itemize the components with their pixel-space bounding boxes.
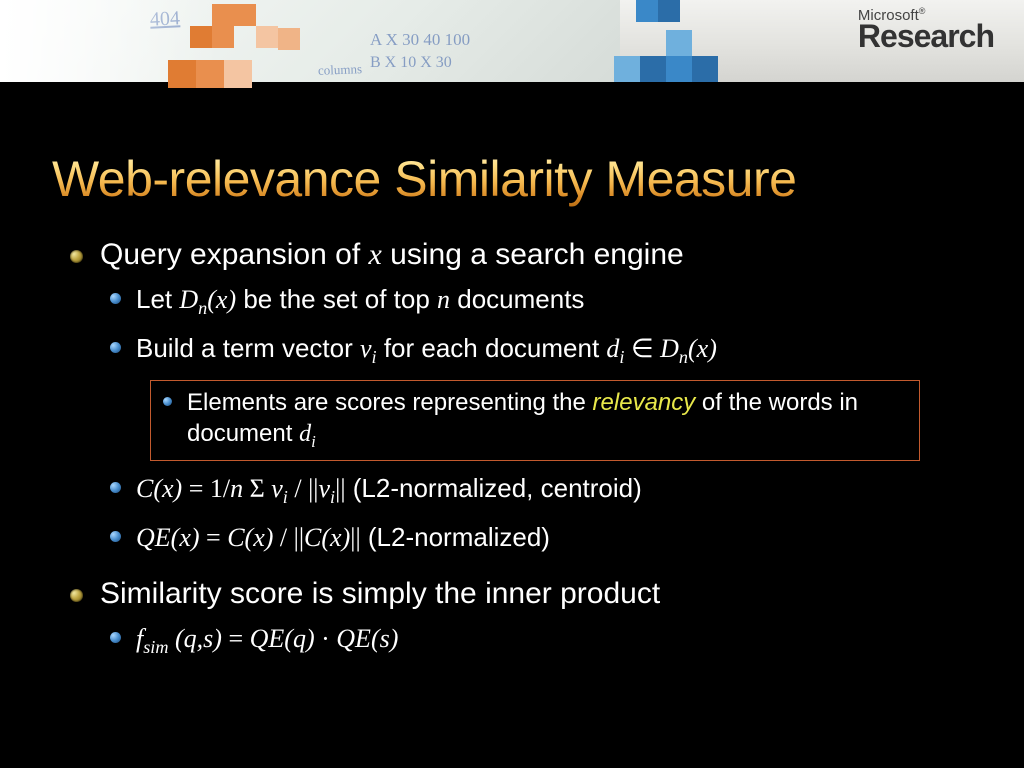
bullet-similarity: Similarity score is simply the inner pro… [70, 577, 970, 611]
scribble-b: B X 10 X 30 [370, 54, 452, 72]
bullet-let-dn: Let Dn(x) be the set of top n documents [70, 282, 970, 321]
highlighted-box: Elements are scores representing the rel… [150, 380, 920, 462]
slide-content: Query expansion of x using a search engi… [70, 232, 970, 660]
bullet-relevancy: Elements are scores representing the rel… [161, 387, 909, 453]
bullet-term-vector: Build a term vector vi for each document… [70, 331, 970, 370]
scribble-a: A X 30 40 100 [370, 30, 470, 50]
slide-title: Web-relevance Similarity Measure [52, 150, 796, 208]
bullet-centroid: C(x) = 1/n Σ vi / ||vi|| (L2-normalized,… [70, 471, 970, 510]
bullet-query-expansion: Query expansion of x using a search engi… [70, 238, 970, 272]
brand-line2: Research [858, 18, 994, 55]
brand-logo: Microsoft® Research [858, 6, 994, 55]
banner: A X 30 40 100 B X 10 X 30 404 columns Mi… [0, 0, 1024, 82]
bullet-fsim: fsim (q,s) = QE(q) · QE(s) [70, 621, 970, 660]
scribble-d: columns [318, 61, 363, 79]
bullet-qe: QE(x) = C(x) / ||C(x)|| (L2-normalized) [70, 520, 970, 555]
